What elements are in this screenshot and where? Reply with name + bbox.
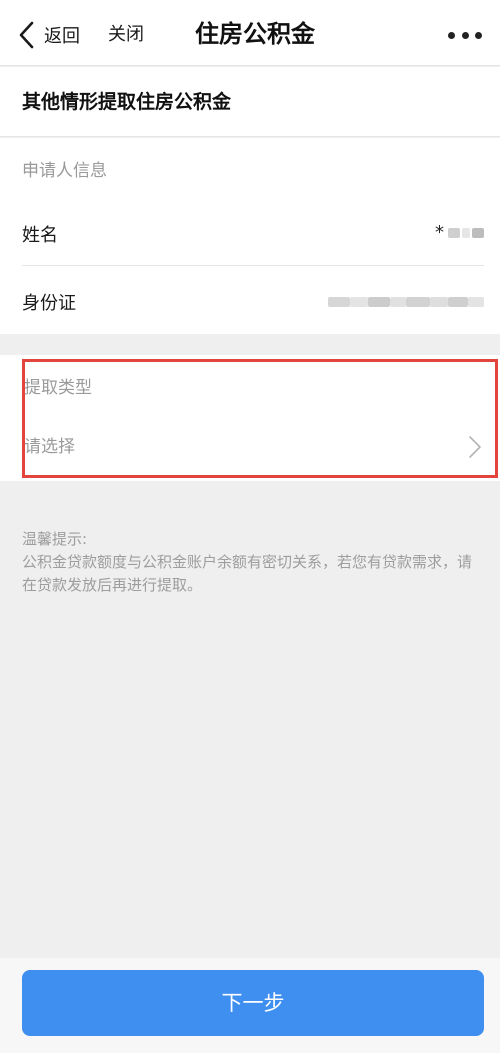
blurred-text (430, 297, 448, 307)
name-label: 姓名 (22, 225, 58, 246)
masked-name-value: * (435, 224, 484, 242)
name-mask-star: * (435, 222, 444, 243)
blurred-text (390, 297, 406, 307)
nav-bar: 返回 关闭 住房公积金 (0, 0, 500, 66)
tips-title: 温馨提示: (22, 530, 88, 548)
name-row: 姓名 * (22, 200, 484, 266)
chevron-right-icon (468, 435, 482, 463)
blurred-text (406, 297, 430, 307)
bottom-bar: 下一步 (0, 958, 500, 1053)
close-button[interactable]: 关闭 (108, 18, 144, 52)
page: 返回 关闭 住房公积金 其他情形提取住房公积金 申请人信息 姓名 * 身份证 提… (0, 0, 500, 1053)
blurred-text (448, 228, 460, 238)
id-label: 身份证 (22, 293, 76, 314)
form-heading: 其他情形提取住房公积金 (22, 91, 232, 113)
page-title: 住房公积金 (195, 20, 315, 48)
id-row: 身份证 (22, 268, 484, 334)
blurred-text (462, 228, 470, 238)
withdrawal-type-label: 提取类型 (24, 378, 92, 398)
back-button[interactable]: 返回 (18, 18, 80, 52)
next-step-button[interactable]: 下一步 (22, 970, 484, 1036)
blurred-text (468, 297, 484, 307)
blurred-text (448, 297, 468, 307)
applicant-section: 申请人信息 姓名 * 身份证 (0, 138, 500, 334)
blurred-text (328, 297, 350, 307)
chevron-left-icon (18, 21, 34, 49)
blurred-text (472, 228, 484, 238)
more-dots-icon[interactable] (448, 22, 482, 48)
masked-id-value (328, 296, 484, 308)
blurred-text (368, 297, 390, 307)
tips-body: 公积金贷款额度与公积金账户余额有密切关系，若您有贷款需求，请在贷款发放后再进行提… (22, 553, 473, 594)
heading-section: 其他情形提取住房公积金 (0, 67, 500, 137)
back-label: 返回 (44, 26, 80, 47)
blurred-text (350, 297, 368, 307)
withdrawal-type-placeholder: 请选择 (24, 437, 75, 457)
tips-text: 温馨提示: 公积金贷款额度与公积金账户余额有密切关系，若您有贷款需求，请在贷款发… (22, 528, 482, 597)
applicant-section-label: 申请人信息 (22, 161, 107, 181)
withdrawal-type-select[interactable]: 请选择 (0, 417, 500, 477)
withdrawal-type-section: 提取类型 请选择 (0, 355, 500, 481)
